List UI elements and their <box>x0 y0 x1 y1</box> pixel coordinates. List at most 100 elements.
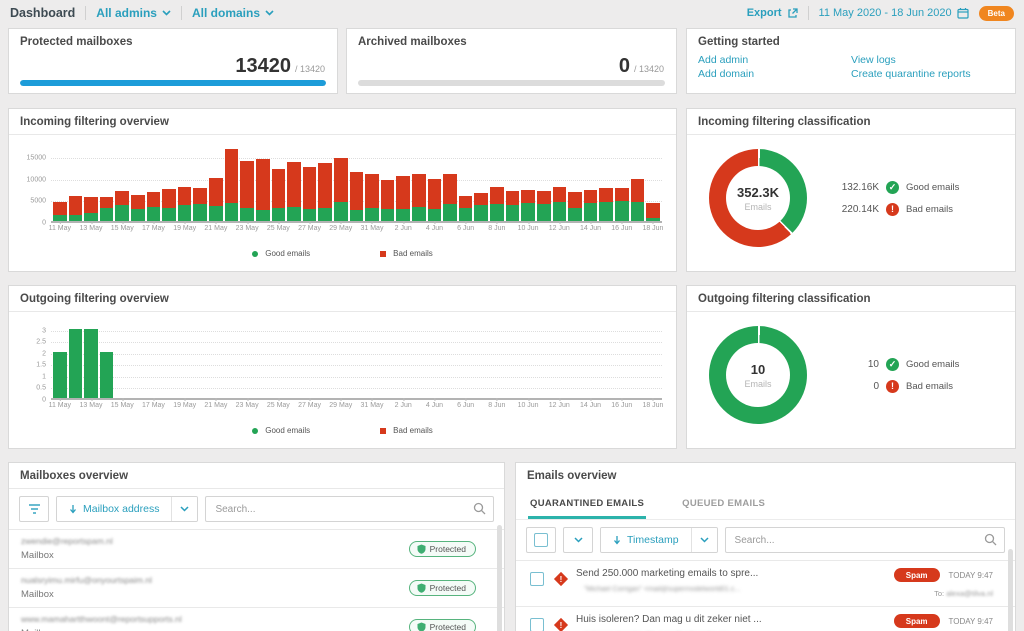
archived-count: 0 <box>619 55 630 78</box>
view-logs-link[interactable]: View logs <box>851 54 1004 66</box>
email-search <box>725 527 1005 553</box>
admins-filter-dropdown[interactable]: All admins <box>96 6 171 20</box>
select-all-checkbox-button[interactable] <box>526 527 556 553</box>
classification-legend: 10 ✓ Good emails 0 ! Bad emails <box>833 358 959 393</box>
mailbox-row[interactable]: nualsryimu.mirfu@onyourtspaim.nl Mailbox… <box>9 568 504 607</box>
sort-options-chevron[interactable] <box>171 497 197 521</box>
card-title: Outgoing filtering overview <box>9 286 676 312</box>
protected-progress-fill <box>20 80 326 86</box>
mailbox-row[interactable]: zwendie@reportspam.nl Mailbox Protected <box>9 529 504 568</box>
getting-started-card: Getting started Add admin View logs Add … <box>686 28 1016 94</box>
donut-total: 10 <box>751 362 765 377</box>
email-sender: "Michael Corrigan" <mail@supermodelworld… <box>584 586 894 593</box>
page-title: Dashboard <box>10 6 75 20</box>
legend-label: Good emails <box>265 249 310 258</box>
protected-total: / 13420 <box>295 64 325 74</box>
mailbox-address: nualsryimu.mirfu@onyourtspaim.nl <box>21 575 409 585</box>
emails-toolbar: Timestamp <box>516 520 1015 560</box>
protected-progress-track <box>20 80 326 86</box>
chevron-down-icon <box>180 506 189 512</box>
sort-by-mailbox-address-button[interactable]: Mailbox address <box>57 497 171 521</box>
protected-status-badge: Protected <box>409 619 476 631</box>
email-timestamp: TODAY 9:47 <box>949 617 993 626</box>
add-domain-link[interactable]: Add domain <box>698 68 851 80</box>
sort-by-timestamp-button[interactable]: Timestamp <box>601 528 691 552</box>
domains-filter-label: All domains <box>192 6 260 20</box>
date-range-picker[interactable]: 11 May 2020 - 18 Jun 2020 <box>819 7 969 19</box>
outgoing-filtering-overview-card: Outgoing filtering overview 00.511.522.5… <box>8 285 677 449</box>
status-label: Protected <box>430 622 466 631</box>
divider <box>808 6 809 20</box>
tab-quarantined-emails[interactable]: QUARANTINED EMAILS <box>528 490 646 519</box>
chevron-down-icon <box>265 10 274 16</box>
email-subject: Huis isoleren? Dan mag u dit zeker niet … <box>576 614 893 625</box>
chevron-down-icon <box>162 10 171 16</box>
shield-icon <box>417 622 426 631</box>
spam-badge: Spam <box>894 614 940 628</box>
exclamation-circle-icon: ! <box>886 380 899 393</box>
card-title: Mailboxes overview <box>9 463 504 489</box>
date-range-label: 11 May 2020 - 18 Jun 2020 <box>819 7 952 19</box>
legend-label: Good emails <box>265 426 310 435</box>
sort-label: Timestamp <box>627 534 679 546</box>
good-emails-legend-dot <box>252 251 258 257</box>
dashboard-page: Dashboard All admins All domains Export … <box>0 0 1024 631</box>
select-all-checkbox[interactable] <box>534 533 548 547</box>
email-row-checkbox[interactable] <box>530 618 544 631</box>
bad-emails-count: 220.14K <box>833 204 879 215</box>
mailboxes-scrollbar[interactable] <box>497 525 502 631</box>
protected-status-badge: Protected <box>409 541 476 557</box>
filter-button[interactable] <box>19 496 49 522</box>
emails-scrollbar[interactable] <box>1008 549 1013 631</box>
bad-emails-label: Bad emails <box>906 204 953 215</box>
archived-progress-track <box>358 80 665 86</box>
card-title: Incoming filtering overview <box>9 109 676 135</box>
domains-filter-dropdown[interactable]: All domains <box>192 6 274 20</box>
email-row[interactable]: ! Huis isoleren? Dan mag u dit zeker nie… <box>516 606 1015 631</box>
donut-center: 352.3K Emails <box>726 166 790 230</box>
filter-icon <box>28 503 41 515</box>
email-subject: Send 250.000 marketing emails to spre... <box>576 568 894 579</box>
mailbox-type-label: Mailbox <box>21 589 409 600</box>
search-icon <box>473 502 486 515</box>
select-options-chevron[interactable] <box>563 527 593 553</box>
card-title: Emails overview <box>516 463 1015 488</box>
email-row[interactable]: ! Send 250.000 marketing emails to spre.… <box>516 560 1015 606</box>
add-admin-link[interactable]: Add admin <box>698 54 851 66</box>
donut-unit: Emails <box>744 202 771 212</box>
sort-options-chevron[interactable] <box>691 528 717 552</box>
card-title: Outgoing filtering classification <box>687 286 1015 312</box>
outgoing-filtering-chart: 00.511.522.5311 May13 May15 May17 May19 … <box>51 324 662 400</box>
email-search-input[interactable] <box>725 527 1005 553</box>
protected-mailboxes-card: Protected mailboxes 13420 / 13420 <box>8 28 338 94</box>
tab-queued-emails[interactable]: QUEUED EMAILS <box>680 490 767 519</box>
spam-warning-icon: ! <box>554 618 568 631</box>
top-bar: Dashboard All admins All domains Export … <box>0 0 1024 26</box>
divider <box>181 6 182 20</box>
mailbox-sort-control: Mailbox address <box>56 496 198 522</box>
incoming-classification-donut: 352.3K Emails <box>709 149 807 247</box>
check-circle-icon: ✓ <box>886 181 899 194</box>
mailbox-search-input[interactable] <box>205 496 494 522</box>
emails-overview-card: Emails overview QUARANTINED EMAILS QUEUE… <box>515 462 1016 631</box>
donut-total: 352.3K <box>737 185 779 200</box>
export-icon <box>787 8 798 19</box>
create-quarantine-reports-link[interactable]: Create quarantine reports <box>851 68 1004 80</box>
spam-badge: Spam <box>894 568 940 582</box>
outgoing-classification-donut: 10 Emails <box>709 326 807 424</box>
chevron-down-icon <box>700 537 709 543</box>
mailbox-address: www.mamahartthwoont@reportsupports.nl <box>21 614 409 624</box>
legend-label: Bad emails <box>393 249 433 258</box>
bad-emails-legend-dot <box>380 428 386 434</box>
search-icon <box>984 533 997 546</box>
status-label: Protected <box>430 544 466 554</box>
protected-count: 13420 <box>235 55 291 78</box>
exclamation-circle-icon: ! <box>886 203 899 216</box>
card-title: Getting started <box>687 29 1015 54</box>
mailbox-row[interactable]: www.mamahartthwoont@reportsupports.nl Ma… <box>9 607 504 631</box>
mailboxes-overview-card: Mailboxes overview Mailbox address <box>8 462 505 631</box>
export-button[interactable]: Export <box>747 7 798 19</box>
mailboxes-toolbar: Mailbox address <box>9 489 504 529</box>
arrow-down-icon <box>613 535 621 545</box>
email-row-checkbox[interactable] <box>530 572 544 586</box>
